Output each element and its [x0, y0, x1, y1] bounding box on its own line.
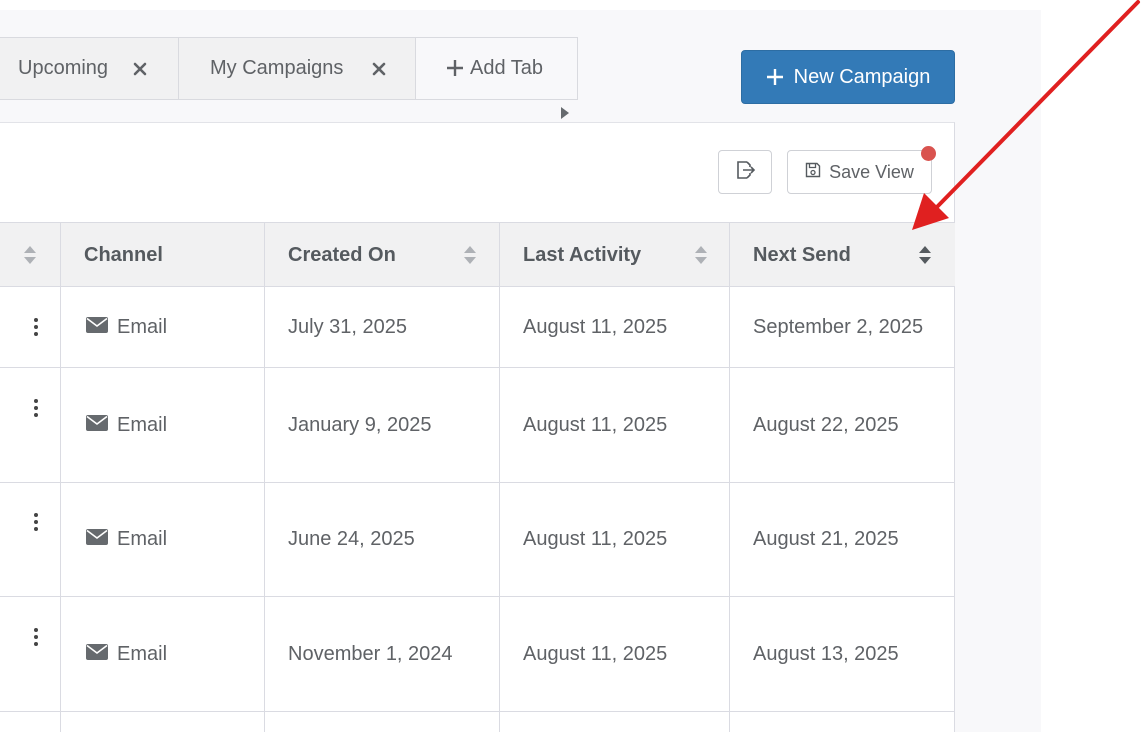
table-row[interactable]: Email June 24, 2025 August 11, 2025 Augu… [0, 482, 955, 597]
row-actions-cell [0, 287, 61, 367]
new-campaign-label: New Campaign [793, 65, 931, 88]
save-view-button[interactable]: Save View [787, 150, 932, 194]
triangle-right-icon[interactable] [558, 104, 572, 122]
column-label: Last Activity [523, 243, 642, 266]
next-send-cell: August 21, 2025 [729, 482, 955, 596]
next-send-cell: September 2, 2025 [729, 287, 955, 367]
export-icon [734, 159, 756, 186]
close-icon[interactable] [125, 38, 155, 99]
channel-cell: Email [60, 597, 265, 711]
last-activity-value: August 11, 2025 [523, 315, 668, 338]
new-campaign-button[interactable]: New Campaign [741, 50, 955, 104]
last-activity-cell [499, 712, 730, 732]
table-row[interactable]: Email November 1, 2024 August 11, 2025 A… [0, 597, 955, 712]
table-row[interactable]: Email January 9, 2025 August 11, 2025 Au… [0, 368, 955, 483]
created-on-value: January 9, 2025 [288, 413, 432, 436]
next-send-cell [729, 712, 955, 732]
kebab-menu-icon[interactable] [26, 625, 46, 649]
last-activity-value: August 11, 2025 [523, 642, 668, 665]
channel-label: Email [117, 642, 168, 665]
created-on-cell: November 1, 2024 [264, 597, 500, 711]
column-header-last-activity[interactable]: Last Activity [499, 223, 730, 287]
next-send-cell: August 22, 2025 [729, 368, 955, 482]
add-tab-button[interactable]: Add Tab [415, 37, 578, 100]
last-activity-cell: August 11, 2025 [499, 368, 730, 482]
table-header: Channel Created On Last Activity Next Se… [0, 222, 955, 287]
created-on-value: June 24, 2025 [288, 527, 415, 550]
channel-label: Email [117, 413, 168, 436]
envelope-icon [86, 414, 108, 437]
tab-upcoming[interactable]: Upcoming [0, 37, 179, 100]
created-on-value: November 1, 2024 [288, 642, 453, 665]
row-actions-cell [0, 368, 61, 482]
add-tab-label: Add Tab [470, 57, 544, 79]
kebab-menu-icon[interactable] [26, 315, 46, 339]
close-icon[interactable] [364, 38, 394, 99]
sort-icon[interactable] [694, 245, 708, 265]
tab-my-campaigns[interactable]: My Campaigns [178, 37, 416, 100]
plus-icon [766, 68, 784, 86]
column-header-created-on[interactable]: Created On [264, 223, 500, 287]
table-row[interactable] [0, 712, 955, 732]
kebab-menu-icon[interactable] [26, 510, 46, 534]
last-activity-cell: August 11, 2025 [499, 287, 730, 367]
column-header-channel[interactable]: Channel [60, 223, 265, 287]
kebab-menu-icon[interactable] [26, 396, 46, 420]
channel-cell: Email [60, 368, 265, 482]
notification-dot [921, 146, 936, 161]
last-activity-value: August 11, 2025 [523, 413, 668, 436]
plus-icon [446, 59, 464, 83]
sort-icon[interactable] [23, 245, 37, 265]
created-on-value: July 31, 2025 [288, 315, 407, 338]
next-send-value: August 21, 2025 [753, 527, 899, 550]
created-on-cell: July 31, 2025 [264, 287, 500, 367]
row-actions-cell [0, 597, 61, 711]
created-on-cell: June 24, 2025 [264, 482, 500, 596]
channel-cell: Email [60, 287, 265, 367]
column-label: Created On [288, 243, 396, 266]
envelope-icon [86, 528, 108, 551]
row-actions-cell [0, 712, 61, 732]
column-label: Next Send [753, 243, 851, 266]
row-actions-cell [0, 482, 61, 596]
channel-label: Email [117, 315, 168, 338]
channel-cell: Email [60, 482, 265, 596]
export-button[interactable] [718, 150, 772, 194]
tab-label: My Campaigns [210, 57, 344, 79]
envelope-icon [86, 643, 108, 666]
sort-icon[interactable] [463, 245, 477, 265]
last-activity-cell: August 11, 2025 [499, 482, 730, 596]
created-on-cell [264, 712, 500, 732]
last-activity-cell: August 11, 2025 [499, 597, 730, 711]
tab-label: Upcoming [18, 57, 109, 79]
next-send-value: August 22, 2025 [753, 413, 899, 436]
sort-icon[interactable] [918, 245, 932, 265]
next-send-cell: August 13, 2025 [729, 597, 955, 711]
created-on-cell: January 9, 2025 [264, 368, 500, 482]
last-activity-value: August 11, 2025 [523, 527, 668, 550]
next-send-value: September 2, 2025 [753, 315, 924, 338]
next-send-value: August 13, 2025 [753, 642, 899, 665]
channel-label: Email [117, 527, 168, 550]
column-label: Channel [84, 243, 163, 266]
channel-cell [60, 712, 265, 732]
column-header-next-send[interactable]: Next Send [729, 223, 955, 287]
column-header[interactable] [0, 223, 61, 287]
save-view-label: Save View [829, 161, 914, 182]
table-row[interactable]: Email July 31, 2025 August 11, 2025 Sept… [0, 287, 955, 368]
envelope-icon [86, 316, 108, 339]
floppy-disk-icon [805, 162, 821, 183]
